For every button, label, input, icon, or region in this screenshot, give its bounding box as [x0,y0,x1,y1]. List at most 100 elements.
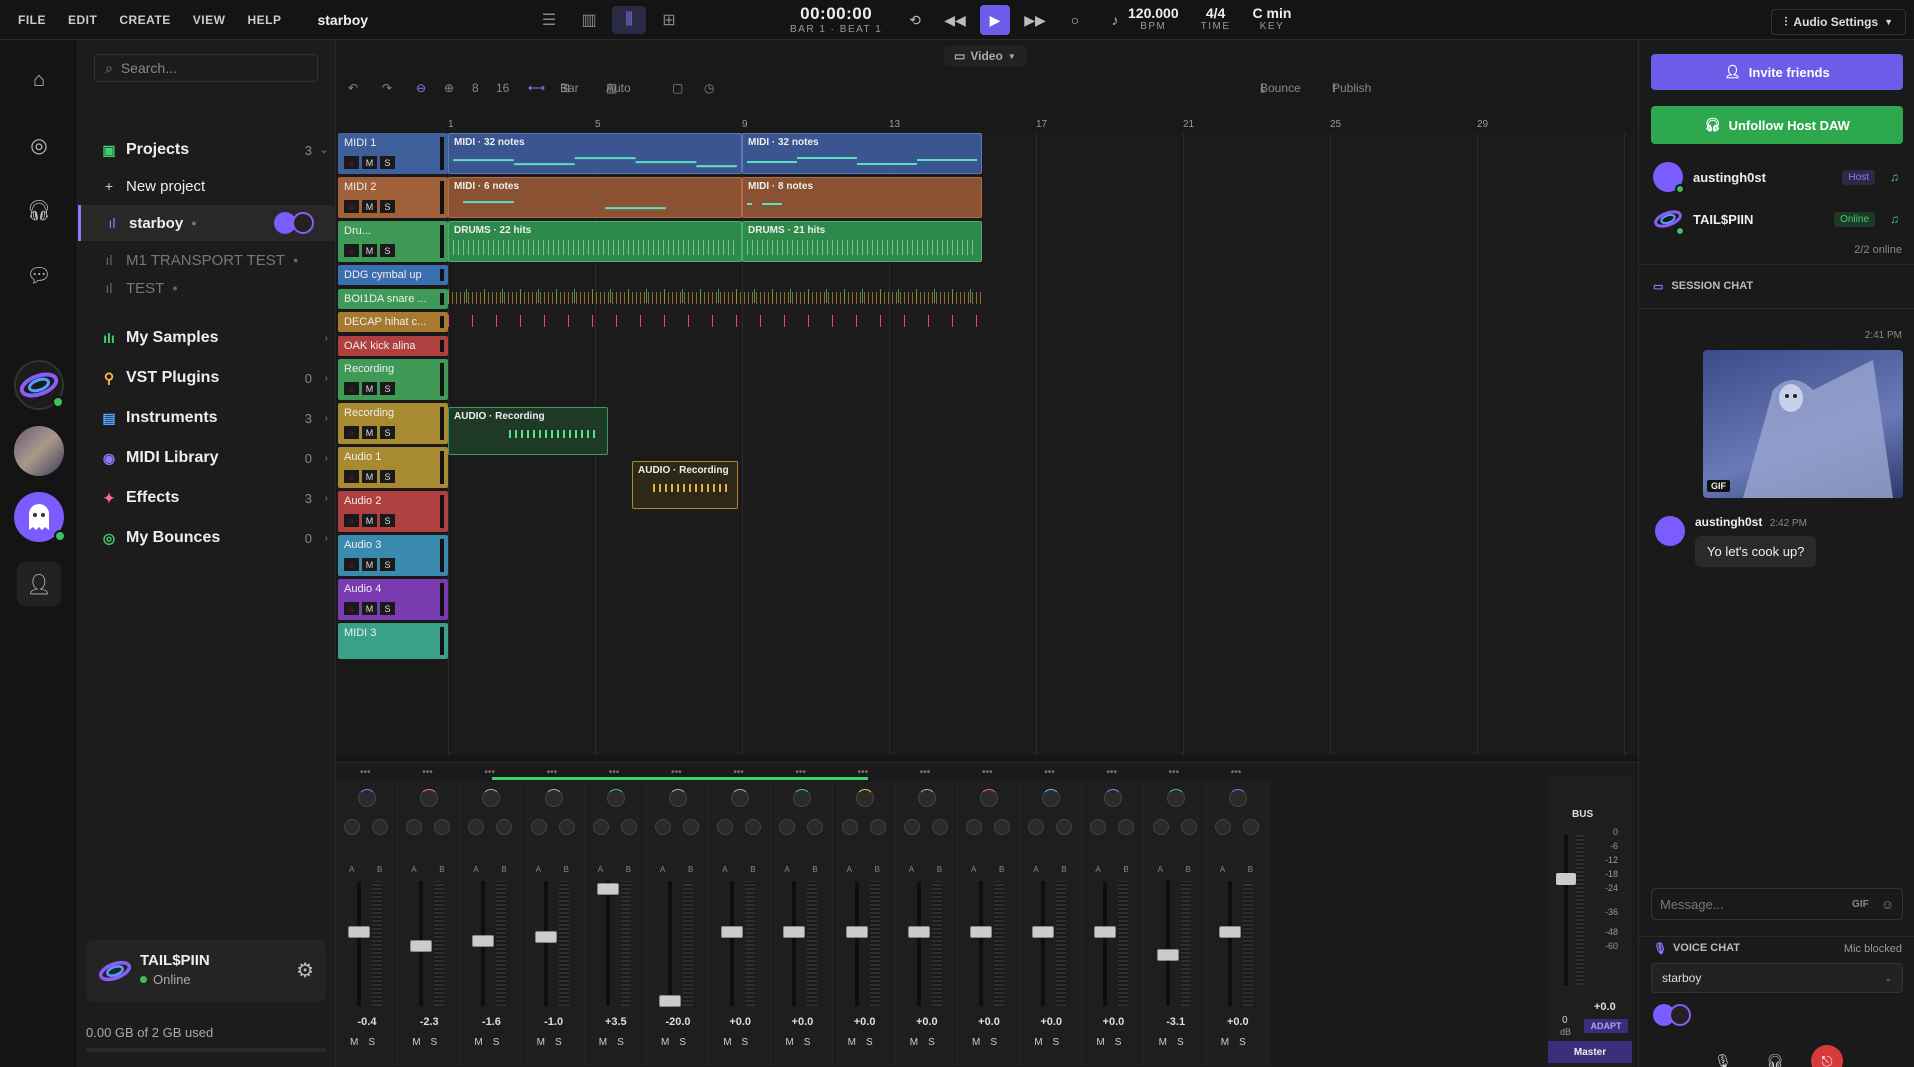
volume-fader[interactable] [348,925,370,938]
zoom-8-button[interactable]: 8 [472,81,479,95]
track-header[interactable]: Audio 3 ○ M S [338,535,448,576]
pan-knob[interactable] [544,789,563,807]
record-arm-button[interactable]: ○ [344,514,359,527]
strip-menu-icon[interactable]: ••• [1044,767,1055,778]
pan-knob[interactable] [855,789,874,807]
sidebar-item-projects[interactable]: ▣ Projects 3 ⌄ [78,133,336,167]
bpm-display[interactable]: 120.000 BPM [1128,5,1179,32]
timeline-ruler[interactable]: 1 5 9 13 17 21 25 29 [448,119,1638,133]
sidebar-item-midi-library[interactable]: ◉ MIDI Library 0 › [78,441,336,475]
mute-button[interactable]: M [362,558,377,571]
send-a-knob[interactable] [1090,819,1107,835]
send-b-knob[interactable] [620,819,637,835]
strip-menu-icon[interactable]: ••• [360,767,371,778]
track-header[interactable]: MIDI 2 ○ M S [338,177,448,218]
sidebar-item-vst-plugins[interactable]: ⚲ VST Plugins 0 › [78,361,336,395]
send-b-knob[interactable] [372,819,388,835]
key-display[interactable]: C min KEY [1253,5,1292,32]
send-a-knob[interactable] [406,819,423,835]
menu-view[interactable]: VIEW [193,13,226,27]
sidebar-item-instruments[interactable]: ▤ Instruments 3 › [78,401,336,435]
solo-button[interactable]: S [380,156,395,169]
send-b-knob[interactable] [1242,819,1259,835]
mute-button[interactable]: M [412,1037,420,1048]
mic-icon[interactable]: 🎙︎ [1707,1045,1739,1067]
send-a-knob[interactable] [655,819,671,835]
forward-icon[interactable]: ▶▶ [1020,5,1050,35]
volume-fader[interactable] [721,925,744,938]
track-header[interactable]: BOI1DA snare ... [338,289,448,309]
send-b-knob[interactable] [1056,819,1073,835]
send-a-knob[interactable] [903,819,920,835]
gif-button[interactable]: GIF [1852,899,1869,910]
avatar-tailspiin[interactable] [14,360,64,410]
record-icon[interactable]: ○ [1060,5,1090,35]
mute-button[interactable]: M [848,1037,856,1048]
unfollow-host-button[interactable]: 🎧︎ Unfollow Host DAW [1651,106,1903,144]
record-arm-button[interactable]: ○ [344,602,359,615]
gif-image[interactable]: GIF [1703,350,1903,498]
volume-fader[interactable] [1094,925,1117,938]
mute-button[interactable]: M [362,244,377,257]
mute-button[interactable]: M [1221,1037,1229,1048]
clip-midi1-b[interactable]: MIDI · 32 notes [742,133,982,174]
track-header[interactable]: Recording ○ M S [338,359,448,400]
solo-button[interactable]: S [928,1037,935,1048]
pan-knob[interactable] [1042,789,1061,807]
send-a-knob[interactable] [779,819,796,835]
video-toggle[interactable]: ▭ Video ▼ [944,46,1026,66]
volume-fader[interactable] [1218,925,1241,938]
send-b-knob[interactable] [434,819,451,835]
volume-fader[interactable] [410,940,433,952]
send-a-knob[interactable] [717,819,734,835]
send-b-knob[interactable] [807,819,824,835]
solo-button[interactable]: S [431,1037,438,1048]
volume-fader[interactable] [534,930,557,943]
strip-menu-icon[interactable]: ••• [795,767,806,778]
volume-fader[interactable] [907,925,930,938]
solo-button[interactable]: S [1177,1037,1184,1048]
pan-knob[interactable] [1228,789,1247,807]
send-a-knob[interactable] [468,819,485,835]
mute-button[interactable]: M [1034,1037,1042,1048]
leave-call-button[interactable]: ⎋ [1811,1045,1843,1067]
grid-view-icon[interactable]: ⊞ [652,6,686,34]
strip-menu-icon[interactable]: ••• [733,767,744,778]
mute-button[interactable]: M [362,156,377,169]
pan-knob[interactable] [793,789,812,807]
clip-midi2-a[interactable]: MIDI · 6 notes [448,177,742,218]
solo-button[interactable]: S [742,1037,749,1048]
volume-fader[interactable] [659,995,681,1008]
track-header[interactable]: OAK kick alina [338,336,448,356]
clip-audio-a[interactable]: AUDIO · Recording [448,407,608,455]
mute-button[interactable]: M [362,514,377,527]
strip-menu-icon[interactable]: ••• [858,767,869,778]
solo-button[interactable]: S [804,1037,811,1048]
volume-fader[interactable] [970,925,992,938]
avatar-server[interactable] [14,426,64,476]
send-b-knob[interactable] [869,819,886,835]
track-header[interactable]: Audio 4 ○ M S [338,579,448,620]
menu-create[interactable]: CREATE [119,13,170,27]
solo-button[interactable]: S [1239,1037,1246,1048]
send-b-knob[interactable] [931,819,948,835]
record-arm-button[interactable]: ○ [344,244,359,257]
time-signature-display[interactable]: 4/4 TIME [1201,5,1231,32]
clip-midi2-b[interactable]: MIDI · 8 notes [742,177,982,218]
chat-icon[interactable]: 💬︎ [17,253,61,297]
zoom-in-icon[interactable]: ⊕ [444,81,454,95]
master-label[interactable]: Master [1548,1041,1632,1063]
solo-button[interactable]: S [380,382,395,395]
solo-button[interactable]: S [380,514,395,527]
send-b-knob[interactable] [1118,819,1135,835]
pan-knob[interactable] [669,789,687,807]
headphones-icon[interactable]: 🎧︎ [1759,1045,1791,1067]
adapt-button[interactable]: ADAPT [1584,1019,1628,1033]
record-arm-button[interactable]: ○ [344,558,359,571]
solo-button[interactable]: S [990,1037,997,1048]
solo-button[interactable]: S [1115,1037,1122,1048]
search-input[interactable]: ⌕ Search... [94,54,318,82]
send-b-knob[interactable] [496,819,513,835]
send-a-knob[interactable] [530,819,547,835]
track-header[interactable]: DDG cymbal up [338,265,448,285]
